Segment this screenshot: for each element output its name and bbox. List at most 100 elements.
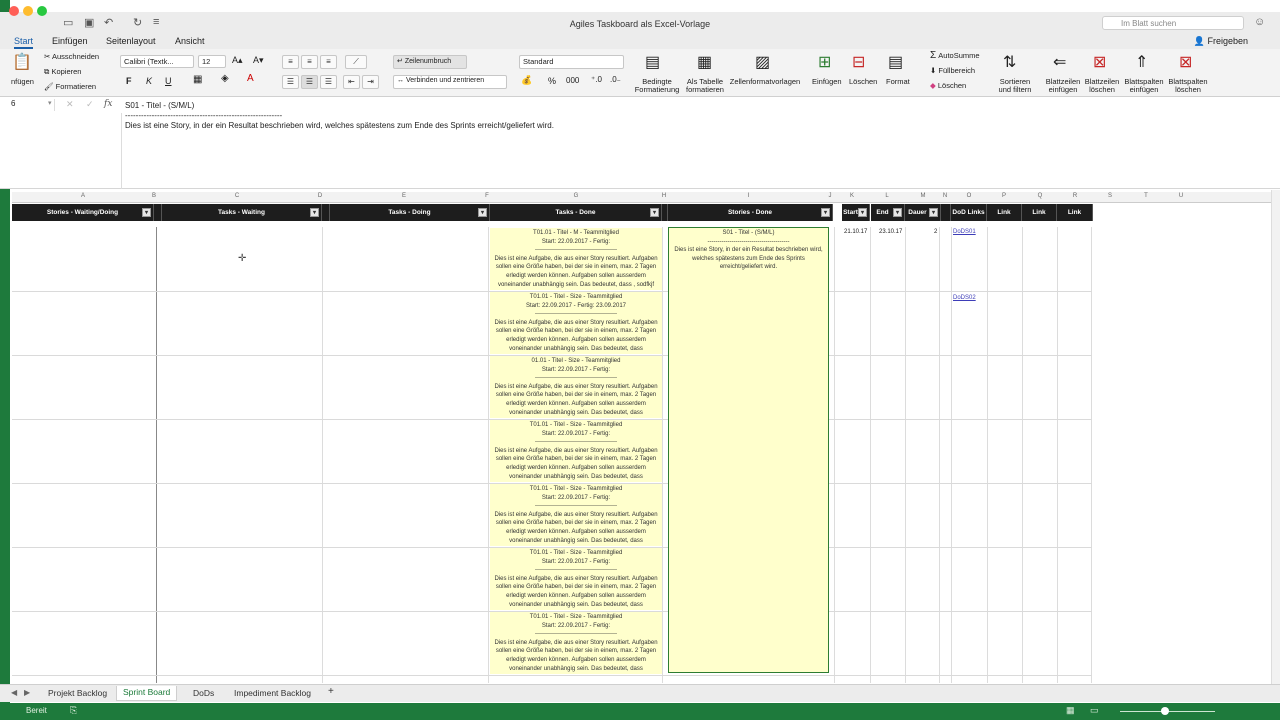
task-card[interactable]: 01.01 - Titel - Size - Teammitglied Star… [490, 356, 662, 418]
format-as-table-button[interactable]: Als Tabelle formatieren [684, 78, 726, 94]
col-header-s[interactable]: S [1092, 193, 1128, 199]
filter-dropdown-icon[interactable]: ▾ [821, 208, 830, 217]
share-button[interactable]: 👤 Freigeben [1194, 36, 1248, 47]
sort-filter-button[interactable]: Sortieren und filtern [994, 78, 1036, 94]
minimize-window-button[interactable] [23, 6, 33, 16]
name-box-dropdown-icon[interactable]: ▾ [48, 99, 52, 107]
close-window-button[interactable] [9, 6, 19, 16]
font-size-select[interactable]: 12 [198, 55, 226, 68]
delete-cells-button[interactable]: Löschen [849, 78, 877, 86]
col-header-u[interactable]: U [1163, 193, 1199, 199]
col-header-r[interactable]: R [1057, 193, 1093, 199]
underline-button[interactable]: U [165, 77, 172, 86]
tab-seitenlayout[interactable]: Seitenlayout [106, 36, 156, 46]
story-card-selected[interactable]: S01 - Titel - (S/M/L) ------------------… [668, 227, 829, 673]
filter-dropdown-icon[interactable]: ▾ [478, 208, 487, 217]
conditional-format-icon[interactable]: ▤ [645, 52, 660, 72]
insert-cols-icon[interactable]: ⇑ [1135, 52, 1148, 72]
copy-button[interactable]: ⧉ Kopieren [44, 68, 81, 76]
start-date-cell[interactable]: 21.10.17 [844, 229, 867, 235]
format-as-table-icon[interactable]: ▦ [697, 52, 712, 72]
cell-styles-icon[interactable]: ▨ [755, 52, 770, 72]
bold-button[interactable]: F [126, 77, 132, 86]
sheet-tab-impediment-backlog[interactable]: Impediment Backlog [234, 688, 311, 698]
col-header-c[interactable]: C [156, 193, 318, 199]
col-header-t[interactable]: T [1128, 193, 1164, 199]
task-card[interactable]: T01.01 - Titel - M - Teammitglied Start:… [490, 228, 662, 290]
delete-rows-icon[interactable]: ⊠ [1093, 52, 1106, 72]
font-name-select[interactable]: Calibri (Textk... [120, 55, 194, 68]
filter-dropdown-icon[interactable]: ▾ [929, 208, 938, 217]
task-card[interactable]: T01.01 - Titel - Size - Teammitglied Sta… [490, 484, 662, 546]
col-header-m[interactable]: M [905, 193, 941, 199]
grow-font-icon[interactable]: A▴ [232, 56, 243, 65]
duration-cell[interactable]: 2 [934, 229, 937, 235]
delete-cols-icon[interactable]: ⊠ [1179, 52, 1192, 72]
insert-rows-button[interactable]: Blattzeilen einfügen [1042, 78, 1084, 94]
align-middle-icon[interactable]: ≡ [301, 55, 318, 69]
insert-rows-icon[interactable]: ⇐ [1053, 52, 1066, 72]
confirm-icon[interactable]: ✓ [86, 99, 94, 110]
zoom-slider-thumb[interactable] [1161, 707, 1169, 715]
col-header-i[interactable]: I [668, 193, 829, 199]
delete-cols-button[interactable]: Blattspalten löschen [1166, 78, 1210, 94]
macro-record-icon[interactable]: ⎘ [70, 705, 77, 716]
format-painter-button[interactable]: 🖌 Formatieren [44, 83, 96, 91]
increase-indent-icon[interactable]: ⇥ [362, 75, 379, 89]
currency-icon[interactable]: 💰 [521, 76, 532, 85]
smiley-feedback-icon[interactable]: ☺ [1254, 16, 1265, 28]
filter-dropdown-icon[interactable]: ▾ [650, 208, 659, 217]
align-left-icon[interactable]: ☰ [282, 75, 299, 89]
align-right-icon[interactable]: ☰ [320, 75, 337, 89]
tab-start[interactable]: Start [14, 36, 34, 49]
col-header-j[interactable]: J [826, 193, 834, 199]
conditional-format-button[interactable]: Bedingte Formatierung [634, 78, 680, 94]
decrease-indent-icon[interactable]: ⇤ [343, 75, 360, 89]
paste-icon[interactable]: 📋 [12, 52, 32, 72]
page-layout-view-icon[interactable]: ▭ [1090, 705, 1099, 716]
filter-dropdown-icon[interactable]: ▾ [893, 208, 902, 217]
cancel-icon[interactable]: ✕ [66, 99, 74, 110]
vertical-scroll-area[interactable] [1271, 190, 1280, 684]
increase-decimal-icon[interactable]: ⁺.0 [591, 76, 602, 84]
autosum-button[interactable]: Σ AutoSumme [930, 51, 980, 61]
col-header-p[interactable]: P [986, 193, 1022, 199]
tab-ansicht[interactable]: Ansicht [175, 36, 205, 46]
insert-cols-button[interactable]: Blattspalten einfügen [1122, 78, 1166, 94]
formula-content[interactable]: S01 - Titel - (S/M/L) ------------------… [125, 100, 554, 132]
percent-button[interactable]: % [548, 77, 556, 86]
dod-link-2[interactable]: DoDS02 [953, 295, 976, 301]
delete-cells-icon[interactable]: ⊟ [852, 52, 865, 72]
align-center-icon[interactable]: ☰ [301, 75, 318, 89]
insert-cells-button[interactable]: Einfügen [812, 78, 842, 86]
col-header-e[interactable]: E [322, 193, 486, 199]
task-card[interactable]: T01.01 - Titel - Size - Teammitglied Sta… [490, 292, 662, 354]
cell-styles-button[interactable]: Zellenformatvorlagen [728, 78, 802, 86]
col-header-q[interactable]: Q [1022, 193, 1058, 199]
task-card[interactable]: T01.01 - Titel - Size - Teammitglied Sta… [490, 548, 662, 610]
col-header-a[interactable]: A [12, 193, 154, 199]
thousands-button[interactable]: 000 [566, 77, 579, 85]
filter-dropdown-icon[interactable]: ▾ [310, 208, 319, 217]
col-header-h[interactable]: H [660, 193, 668, 199]
filter-dropdown-icon[interactable]: ▾ [142, 208, 151, 217]
cut-button[interactable]: ✂ Ausschneiden [44, 53, 99, 61]
number-format-select[interactable]: Standard [519, 55, 624, 69]
borders-icon[interactable]: ▦ [193, 75, 202, 85]
next-sheet-icon[interactable]: ▶ [24, 688, 30, 697]
tab-einfuegen[interactable]: Einfügen [52, 36, 88, 46]
task-card[interactable]: T01.01 - Titel - Size - Teammitglied Sta… [490, 420, 662, 482]
task-card[interactable]: T01.01 - Titel - Size - Teammitglied Sta… [490, 612, 662, 674]
clear-button[interactable]: ◆ Löschen [930, 82, 966, 90]
orientation-icon[interactable]: ⟋ [345, 55, 367, 69]
dod-link-1[interactable]: DoDS01 [953, 229, 976, 235]
add-sheet-button[interactable]: + [328, 686, 334, 697]
col-header-n[interactable]: N [939, 193, 951, 199]
filter-dropdown-icon[interactable]: ▾ [858, 208, 867, 217]
col-header-k[interactable]: K [834, 193, 870, 199]
format-cells-icon[interactable]: ▤ [888, 52, 903, 72]
align-bottom-icon[interactable]: ≡ [320, 55, 337, 69]
fill-color-icon[interactable]: ◈ [221, 74, 229, 84]
fx-icon[interactable]: fx [104, 99, 112, 109]
sheet-tab-dods[interactable]: DoDs [193, 688, 214, 698]
